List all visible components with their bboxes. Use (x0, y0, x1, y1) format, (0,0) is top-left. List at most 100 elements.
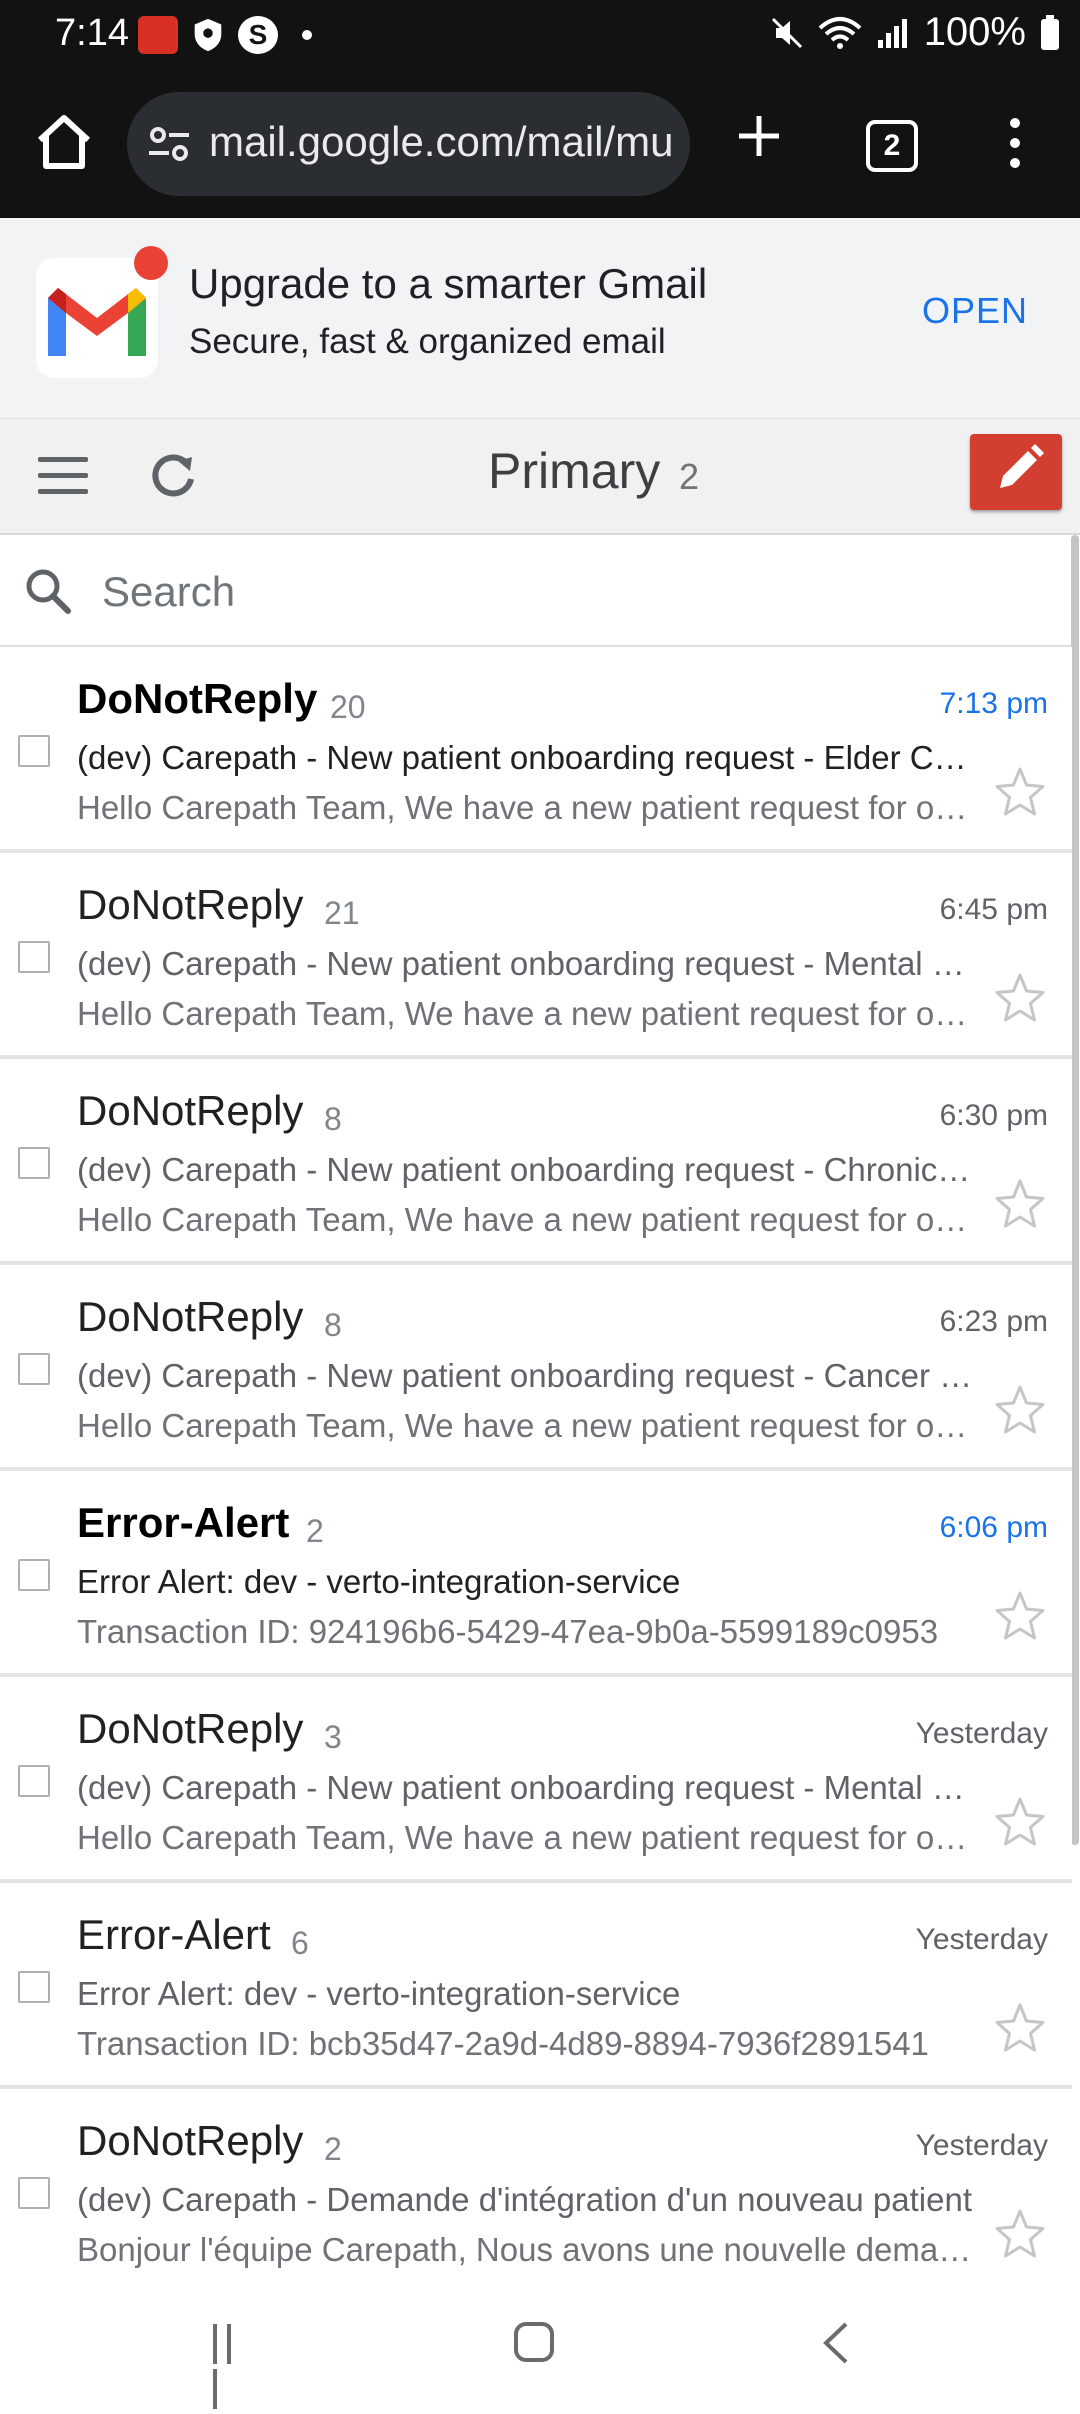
menu-icon[interactable] (38, 457, 88, 495)
battery-percentage: 100% (923, 10, 1026, 54)
mail-sender: Error-Alert (77, 1911, 271, 1958)
more-menu-icon[interactable] (1000, 118, 1030, 174)
mail-time: 6:23 pm (939, 1305, 1048, 1338)
mail-sender: DoNotReply (77, 881, 304, 928)
folder-title: Primary (488, 443, 661, 499)
thread-count: 3 (324, 1719, 342, 1755)
mail-snippet: Hello Carepath Team, We have a new patie… (77, 789, 977, 826)
notification-dot-icon (302, 30, 312, 40)
mail-sender: DoNotReply (77, 675, 318, 722)
select-checkbox[interactable] (18, 1559, 50, 1591)
mail-time: 6:06 pm (939, 1511, 1048, 1544)
select-checkbox[interactable] (18, 2177, 50, 2209)
banner-subtitle: Secure, fast & organized email (189, 322, 666, 361)
mail-snippet: Transaction ID: bcb35d47-2a9d-4d89-8894-… (77, 2025, 929, 2062)
home-button-icon[interactable] (514, 2322, 554, 2362)
mail-sender: DoNotReply (77, 1293, 304, 1340)
select-checkbox[interactable] (18, 1353, 50, 1385)
unread-count: 2 (679, 456, 700, 497)
status-bar: 7:14 S 100% (0, 0, 1080, 70)
mail-time: 6:45 pm (939, 893, 1048, 926)
mail-sender: DoNotReply (77, 1087, 304, 1134)
star-icon[interactable] (990, 969, 1050, 1029)
banner-title: Upgrade to a smarter Gmail (189, 260, 708, 307)
notification-badge-icon (134, 246, 168, 280)
mail-snippet: Bonjour l'équipe Carepath, Nous avons un… (77, 2231, 977, 2268)
mail-snippet: Hello Carepath Team, We have a new patie… (77, 1407, 977, 1444)
select-checkbox[interactable] (18, 1971, 50, 2003)
address-bar[interactable]: mail.google.com/mail/mu (127, 92, 690, 196)
thread-count: 8 (324, 1307, 342, 1343)
refresh-icon[interactable] (148, 451, 198, 501)
star-icon[interactable] (990, 1587, 1050, 1647)
url-text: mail.google.com/mail/mu (209, 118, 674, 165)
mail-row[interactable]: Error-Alert 2 6:06 pm Error Alert: dev - ve… (0, 1471, 1072, 1677)
open-app-button[interactable]: OPEN (922, 290, 1028, 332)
mail-row[interactable]: DoNotReply 21 6:45 pm (dev) Carepath - New … (0, 853, 1072, 1059)
search-input[interactable] (100, 559, 1004, 625)
star-icon[interactable] (990, 2205, 1050, 2265)
mail-time: Yesterday (915, 1923, 1048, 1956)
search-bar (0, 535, 1074, 647)
mail-subject: Error Alert: dev - verto-integration-ser… (77, 1563, 681, 1600)
mail-subject: (dev) Carepath - New patient onboarding … (77, 1769, 977, 1806)
mail-subject: Error Alert: dev - verto-integration-ser… (77, 1975, 681, 2012)
mail-sender: DoNotReply (77, 2117, 304, 2164)
star-icon[interactable] (990, 1793, 1050, 1853)
mail-row[interactable]: DoNotReply 2 Yesterday (dev) Carepath - Dem… (0, 2089, 1072, 2295)
home-icon[interactable] (32, 110, 96, 174)
thread-count: 20 (330, 689, 366, 725)
mail-time: Yesterday (915, 1717, 1048, 1750)
mail-time: Yesterday (915, 2129, 1048, 2162)
thread-count: 6 (291, 1925, 309, 1961)
mail-subject: (dev) Carepath - New patient onboarding … (77, 945, 977, 982)
mail-time: 6:30 pm (939, 1099, 1048, 1132)
mail-snippet: Transaction ID: 924196b6-5429-47ea-9b0a-… (77, 1613, 939, 1650)
vpn-shield-icon (194, 18, 222, 52)
battery-icon (1041, 14, 1059, 50)
mail-list: DoNotReply 20 7:13 pm (dev) Carepath - New … (0, 647, 1072, 2295)
site-settings-icon[interactable] (147, 124, 191, 164)
mail-snippet: Hello Carepath Team, We have a new patie… (77, 1819, 977, 1856)
app-icon (138, 16, 178, 54)
star-icon[interactable] (990, 763, 1050, 823)
star-icon[interactable] (990, 1175, 1050, 1235)
new-tab-icon[interactable] (733, 110, 785, 162)
status-notification-icons: S (138, 16, 312, 54)
select-checkbox[interactable] (18, 1147, 50, 1179)
mail-row[interactable]: Error-Alert 6 Yesterday Error Alert: dev - … (0, 1883, 1072, 2089)
status-time: 7:14 (55, 12, 129, 54)
select-checkbox[interactable] (18, 1765, 50, 1797)
mail-row[interactable]: DoNotReply 8 6:23 pm (dev) Carepath - New p… (0, 1265, 1072, 1471)
select-checkbox[interactable] (18, 735, 50, 767)
pencil-icon (1000, 444, 1044, 488)
mail-row[interactable]: DoNotReply 3 Yesterday (dev) Carepath - New… (0, 1677, 1072, 1883)
system-navigation-bar (0, 2278, 1080, 2409)
upgrade-banner: Upgrade to a smarter Gmail Secure, fast … (0, 218, 1080, 420)
thread-count: 2 (306, 1513, 324, 1549)
star-icon[interactable] (990, 1999, 1050, 2059)
mail-snippet: Hello Carepath Team, We have a new patie… (77, 1201, 977, 1238)
mail-subject: (dev) Carepath - New patient onboarding … (77, 1357, 977, 1394)
recents-icon[interactable] (213, 2324, 253, 2409)
wifi-icon (818, 16, 862, 49)
compose-button[interactable] (970, 434, 1062, 510)
search-icon (26, 569, 71, 614)
tab-switcher-button[interactable]: 2 (866, 120, 918, 172)
mail-row[interactable]: DoNotReply 8 6:30 pm (dev) Carepath - New p… (0, 1059, 1072, 1265)
mute-icon (771, 17, 802, 48)
scrollbar[interactable] (1071, 535, 1079, 1845)
thread-count: 8 (324, 1101, 342, 1137)
mail-row[interactable]: DoNotReply 20 7:13 pm (dev) Carepath - New … (0, 647, 1072, 853)
mail-header: Primary 2 (0, 419, 1080, 535)
mail-subject: (dev) Carepath - New patient onboarding … (77, 1151, 977, 1188)
mail-subject: (dev) Carepath - New patient onboarding … (77, 739, 977, 776)
mail-subject: (dev) Carepath - Demande d'intégration d… (77, 2181, 973, 2218)
mail-snippet: Hello Carepath Team, We have a new patie… (77, 995, 977, 1032)
star-icon[interactable] (990, 1381, 1050, 1441)
signal-icon (877, 18, 907, 48)
select-checkbox[interactable] (18, 941, 50, 973)
mail-time: 7:13 pm (939, 687, 1048, 720)
mail-sender: Error-Alert (77, 1499, 290, 1546)
back-icon[interactable] (818, 2320, 854, 2366)
